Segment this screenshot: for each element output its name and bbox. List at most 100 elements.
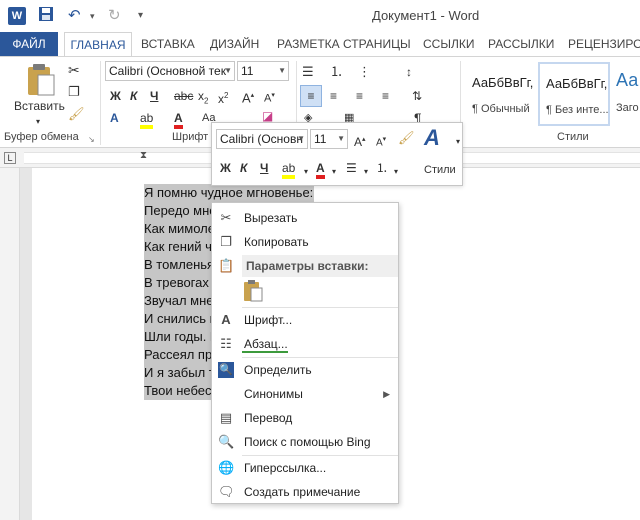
text-line[interactable]: Как гений чистой красоты.: [144, 238, 211, 256]
customize-qat-icon[interactable]: ▾: [138, 6, 143, 26]
mini-font-family-dropdown[interactable]: Calibri (Основн ▼: [216, 129, 308, 149]
text-line[interactable]: Передо мной явилась ты,: [144, 202, 211, 220]
chevron-down-icon: ▼: [278, 66, 286, 75]
menu-item-translate[interactable]: ▤ Перевод: [212, 407, 398, 429]
bullets-dropdown-icon[interactable]: ▾: [364, 163, 368, 181]
font-family-dropdown[interactable]: Calibri (Основной тек ▼: [105, 61, 235, 81]
strikethrough-button[interactable]: abc: [174, 87, 193, 105]
format-painter-icon[interactable]: 🖌: [398, 129, 415, 147]
tab-mailings[interactable]: РАССЫЛКИ: [488, 32, 554, 56]
text-line[interactable]: Рассеял прежние мечты,: [144, 346, 211, 364]
sort-icon[interactable]: ⇅: [412, 87, 422, 105]
menu-item-search-bing[interactable]: 🔍 Поиск с помощью Bing: [212, 431, 398, 453]
text-effects-icon[interactable]: A: [110, 109, 119, 127]
paste-keep-formatting-icon[interactable]: [242, 279, 264, 303]
shrink-font-icon[interactable]: A▾: [264, 87, 275, 108]
align-center-button[interactable]: ≡: [330, 87, 337, 105]
align-left-button[interactable]: ≡: [300, 85, 322, 107]
text-line[interactable]: Как мимолетное виденье,: [144, 220, 211, 238]
text-line[interactable]: В тревогах шумной суеты,: [144, 274, 211, 292]
clipboard-launcher-icon[interactable]: ↘: [88, 131, 95, 149]
superscript-button[interactable]: x2: [218, 87, 228, 108]
line-spacing-icon[interactable]: ↕: [406, 63, 412, 81]
numbering-dropdown-icon[interactable]: ▾: [394, 163, 398, 181]
word-app-icon[interactable]: W: [8, 7, 26, 25]
paste-dropdown-icon[interactable]: ▾: [36, 113, 40, 131]
vertical-ruler: [0, 168, 20, 520]
grow-font-icon[interactable]: A▴: [242, 87, 254, 107]
style-name: ¶ Обычный: [472, 103, 530, 115]
comment-icon: 🗨: [218, 484, 235, 499]
styles-icon[interactable]: A: [424, 125, 440, 151]
underline-button[interactable]: Ч: [150, 87, 158, 105]
tab-home[interactable]: ГЛАВНАЯ: [64, 32, 132, 56]
font-color-icon[interactable]: A: [316, 159, 325, 179]
paste-icon[interactable]: [22, 63, 58, 97]
bullets-icon[interactable]: ☰: [346, 159, 357, 177]
underline-button[interactable]: Ч: [260, 159, 268, 177]
tab-design[interactable]: ДИЗАЙН: [210, 32, 259, 56]
text-line[interactable]: И я забыл твой голос нежный,: [144, 364, 211, 382]
context-menu: ✂ Вырезать ❐ Копировать Параметры вставк…: [211, 202, 399, 504]
tab-insert[interactable]: ВСТАВКА: [141, 32, 195, 56]
tab-layout[interactable]: РАЗМЕТКА СТРАНИЦЫ: [277, 32, 411, 56]
text-line[interactable]: Звучал мне долго голос нежный: [144, 292, 211, 310]
menu-item-copy[interactable]: ❐ Копировать: [212, 231, 398, 253]
tab-review[interactable]: РЕЦЕНЗИРО: [568, 32, 640, 56]
style-heading[interactable]: Аа Заго: [610, 62, 640, 126]
text-line[interactable]: Я помню чудное мгновенье:: [144, 184, 334, 202]
menu-item-paragraph[interactable]: ☷ Абзац...: [212, 333, 398, 355]
subscript-button[interactable]: x2: [198, 87, 208, 110]
window-title: Документ1 - Word: [372, 8, 480, 23]
styles-dropdown-icon[interactable]: ▾: [456, 133, 460, 151]
styles-label[interactable]: Стили: [424, 161, 456, 179]
cut-icon[interactable]: ✂: [68, 61, 80, 79]
text-line[interactable]: И снились милые черты.: [144, 310, 211, 328]
numbering-icon[interactable]: ⒈: [330, 63, 343, 81]
bullets-icon[interactable]: ☰: [302, 63, 314, 81]
menu-item-hyperlink[interactable]: 🌐 Гиперссылка...: [212, 457, 398, 479]
highlight-dropdown-icon[interactable]: ▾: [304, 163, 308, 181]
style-normal[interactable]: АаБбВвГг, ¶ Обычный: [465, 62, 537, 126]
menu-item-label: Шрифт...: [244, 313, 293, 327]
align-right-button[interactable]: ≡: [356, 87, 363, 105]
italic-button[interactable]: К: [240, 159, 247, 177]
tab-references[interactable]: ССЫЛКИ: [423, 32, 474, 56]
numbering-icon[interactable]: ⒈: [376, 159, 388, 177]
tab-file[interactable]: ФАЙЛ: [0, 32, 58, 56]
undo-dropdown-icon[interactable]: ▾: [90, 6, 95, 26]
copy-icon[interactable]: ❐: [68, 83, 80, 101]
save-icon[interactable]: [38, 6, 54, 26]
font-family-value: Calibri (Основн: [220, 132, 303, 146]
italic-button[interactable]: К: [130, 87, 137, 105]
menu-item-label: Гиперссылка...: [244, 461, 327, 475]
redo-icon[interactable]: ↻: [108, 6, 121, 26]
text-line[interactable]: Твои небесные черты.: [144, 382, 211, 400]
menu-item-synonyms[interactable]: Синонимы ▶: [212, 383, 398, 405]
grow-font-icon[interactable]: A▴: [354, 131, 366, 151]
clipboard-group-label: Буфер обмена: [4, 131, 79, 143]
highlight-color-icon[interactable]: ab: [140, 109, 154, 129]
shrink-font-icon[interactable]: A▾: [376, 131, 386, 152]
style-name: Заго: [616, 102, 639, 114]
format-painter-icon[interactable]: 🖌: [68, 105, 85, 123]
bold-button[interactable]: Ж: [220, 159, 231, 177]
mini-font-size-dropdown[interactable]: 11 ▼: [310, 129, 348, 149]
font-size-dropdown[interactable]: 11 ▼: [237, 61, 289, 81]
justify-button[interactable]: ≡: [382, 87, 389, 105]
multilevel-list-icon[interactable]: ⋮: [358, 63, 371, 81]
menu-item-define[interactable]: 🔍 Определить: [212, 359, 398, 381]
highlight-color-icon[interactable]: ab: [282, 159, 296, 179]
undo-icon[interactable]: ↶: [68, 6, 81, 26]
style-no-spacing[interactable]: АаБбВвГг, ¶ Без инте...: [538, 62, 610, 126]
menu-item-font[interactable]: A Шрифт...: [212, 309, 398, 331]
text-line[interactable]: В томленьях грусти безнадежной,: [144, 256, 211, 274]
indent-marker-icon[interactable]: ⧗: [140, 150, 147, 161]
bold-button[interactable]: Ж: [110, 87, 121, 105]
menu-item-cut[interactable]: ✂ Вырезать: [212, 207, 398, 229]
font-color-dropdown-icon[interactable]: ▾: [332, 163, 336, 181]
tab-selector-icon[interactable]: L: [4, 152, 16, 164]
menu-item-add-comment[interactable]: 🗨 Создать примечание: [212, 481, 398, 503]
text-line[interactable]: Шли годы. Бурь порыв мятежный: [144, 328, 211, 346]
font-color-icon[interactable]: A: [174, 109, 183, 129]
